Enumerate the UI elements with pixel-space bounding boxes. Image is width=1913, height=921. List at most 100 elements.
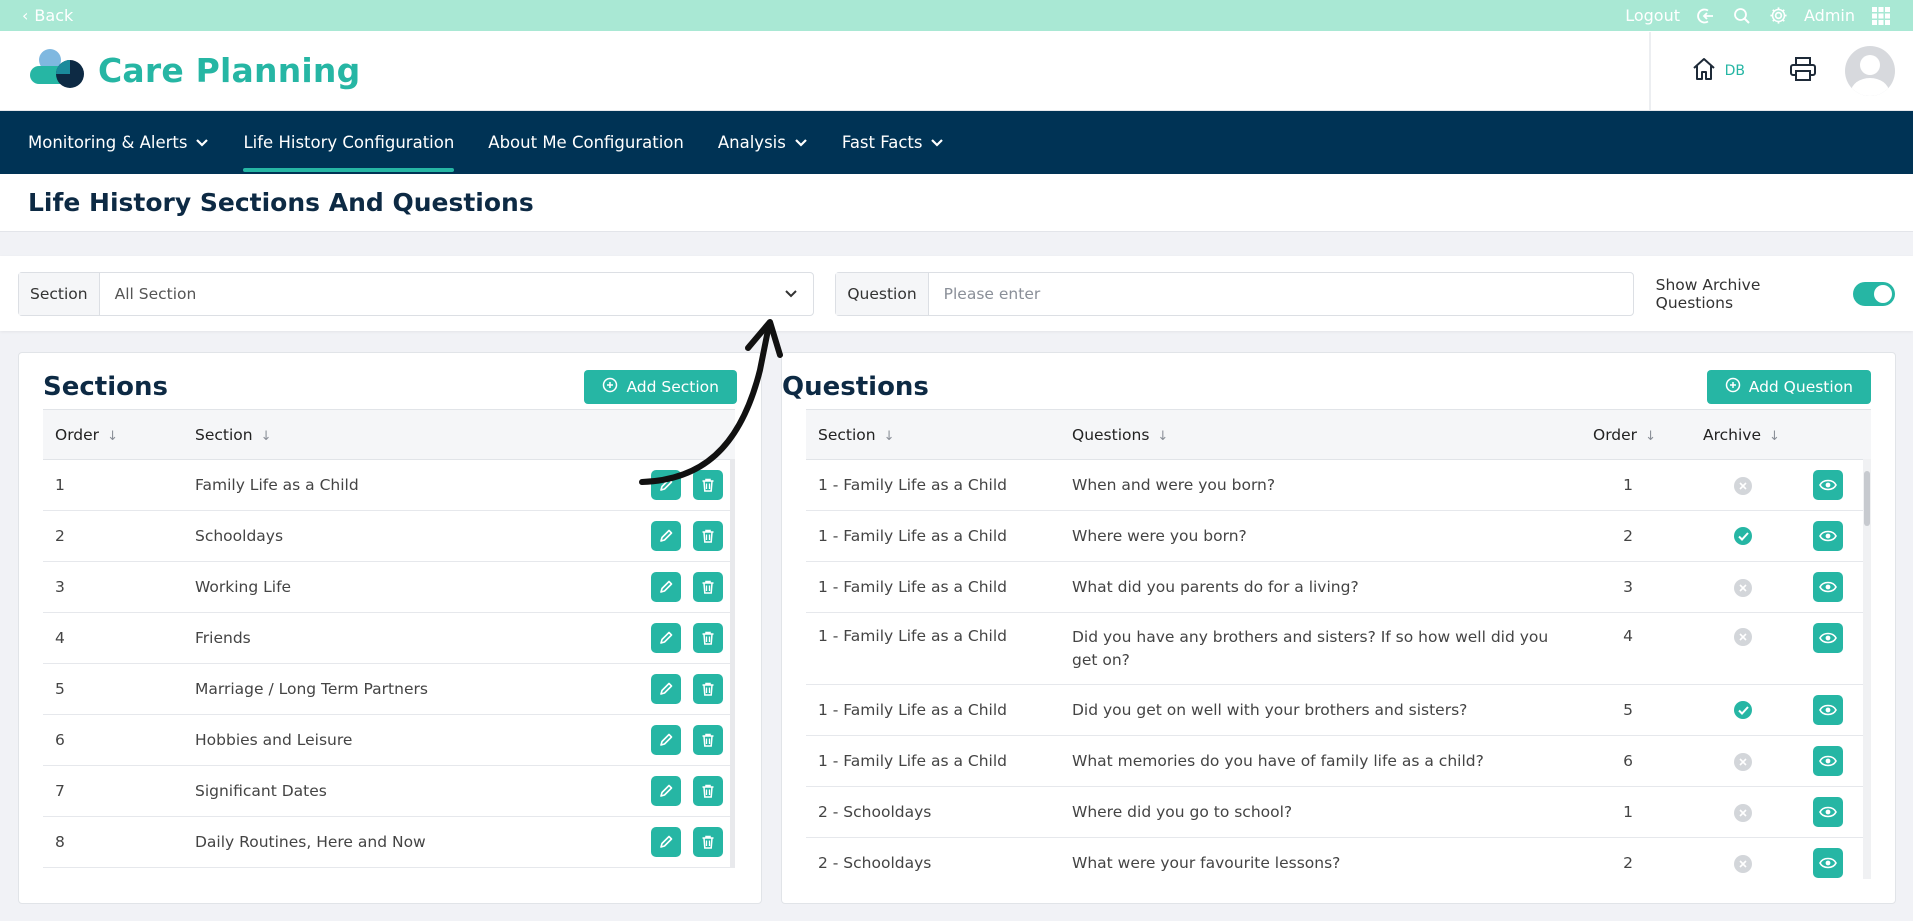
table-row[interactable]: 2 Schooldays [43,510,735,562]
x-icon [1734,854,1752,873]
pencil-icon[interactable] [651,827,681,857]
section-name-cell: Family Life as a Child [183,459,635,511]
pencil-icon[interactable] [651,623,681,653]
x-icon [1734,476,1752,495]
column-header-archive[interactable]: Archive ↓ [1691,409,1801,460]
column-header-questions[interactable]: Questions ↓ [1060,409,1581,460]
section-select[interactable]: All Section [100,273,814,315]
x-icon [1734,752,1752,771]
back-link[interactable]: ‹ Back [22,6,73,25]
header-divider [1648,31,1651,110]
admin-label[interactable]: Admin [1804,6,1855,25]
eye-icon[interactable] [1813,797,1843,827]
eye-icon[interactable] [1813,572,1843,602]
question-order-cell: 2 [1581,837,1691,879]
table-row[interactable]: 6 Hobbies and Leisure [43,714,735,766]
sections-title: Sections [43,372,168,402]
gear-icon[interactable] [1768,6,1788,26]
table-row[interactable]: 1 - Family Life as a Child What did you p… [806,561,1871,613]
trash-icon[interactable] [693,674,723,704]
page-title: Life History Sections And Questions [28,188,534,217]
trash-icon[interactable] [693,521,723,551]
column-header-section[interactable]: Section ↓ [806,409,1060,460]
nav-analysis[interactable]: Analysis [718,111,808,174]
question-order-cell: 2 [1581,510,1691,562]
section-filter[interactable]: Section All Section [18,271,815,316]
logout-icon[interactable] [1696,6,1716,26]
user-avatar[interactable] [1845,45,1895,96]
column-header-order[interactable]: Order ↓ [1581,409,1691,460]
nav-life-history-configuration[interactable]: Life History Configuration [243,111,454,174]
section-order-cell: 5 [43,663,183,715]
questions-table: Section ↓ Questions ↓ Order ↓ Archive ↓ 1 - … [806,409,1871,879]
apps-grid-icon[interactable] [1871,6,1891,26]
pencil-icon[interactable] [651,725,681,755]
archive-status-cell [1691,561,1801,613]
logout-link[interactable]: Logout [1625,6,1680,25]
home-icon[interactable] [1691,56,1717,86]
nav-fast-facts[interactable]: Fast Facts [842,111,945,174]
questions-title: Questions [782,372,929,402]
table-row[interactable]: 1 Family Life as a Child [43,459,735,511]
table-row[interactable]: 7 Significant Dates [43,765,735,817]
table-row[interactable]: 4 Friends [43,612,735,664]
table-row[interactable]: 5 Marriage / Long Term Partners [43,663,735,715]
question-order-cell: 6 [1581,735,1691,787]
x-icon [1734,803,1752,822]
table-row[interactable]: 3 Working Life [43,561,735,613]
eye-icon[interactable] [1813,623,1843,653]
table-row[interactable]: 1 - Family Life as a Child Did you have a… [806,612,1871,685]
pencil-icon[interactable] [651,572,681,602]
eye-icon[interactable] [1813,695,1843,725]
column-header-section[interactable]: Section ↓ [183,409,635,460]
question-search-input[interactable] [943,284,1618,303]
sections-scrollbar[interactable] [730,459,735,868]
eye-icon[interactable] [1813,470,1843,500]
trash-icon[interactable] [693,827,723,857]
pencil-icon[interactable] [651,470,681,500]
table-row[interactable]: 2 - Schooldays What were your favourite l… [806,837,1871,879]
trash-icon[interactable] [693,470,723,500]
nav-about-me-configuration[interactable]: About Me Configuration [488,111,684,174]
search-icon[interactable] [1732,6,1752,26]
top-utility-bar: ‹ Back Logout Admin [0,0,1913,31]
trash-icon[interactable] [693,776,723,806]
question-text-cell: Did you have any brothers and sisters? I… [1060,612,1581,685]
pencil-icon[interactable] [651,674,681,704]
sections-table: Order ↓ Section ↓ 1 Family Life as a Child 2… [43,409,735,868]
trash-icon[interactable] [693,572,723,602]
add-section-button[interactable]: Add Section [584,370,737,404]
chevron-down-icon [195,133,209,152]
column-header-order[interactable]: Order ↓ [43,409,183,460]
questions-scrollbar[interactable] [1863,459,1871,879]
eye-icon[interactable] [1813,746,1843,776]
table-row[interactable]: 1 - Family Life as a Child What memories … [806,735,1871,787]
sort-arrow-icon: ↓ [1157,428,1169,444]
question-section-cell: 1 - Family Life as a Child [806,561,1060,613]
table-row[interactable]: 8 Daily Routines, Here and Now [43,816,735,868]
show-archive-toggle-group: Show Archive Questions [1656,276,1896,312]
pencil-icon[interactable] [651,521,681,551]
show-archive-toggle[interactable] [1853,281,1896,306]
add-question-button[interactable]: Add Question [1706,370,1871,404]
table-row[interactable]: 1 - Family Life as a Child Did you get on… [806,684,1871,736]
question-filter[interactable]: Question [835,271,1634,316]
eye-icon[interactable] [1813,848,1843,878]
db-label[interactable]: DB [1725,63,1745,79]
pencil-icon[interactable] [651,776,681,806]
page-title-bar: Life History Sections And Questions [0,174,1913,232]
trash-icon[interactable] [693,623,723,653]
nav-monitoring-alerts[interactable]: Monitoring & Alerts [28,111,209,174]
table-row[interactable]: 2 - Schooldays Where did you go to school… [806,786,1871,838]
table-row[interactable]: 1 - Family Life as a Child When and were … [806,459,1871,511]
section-name-cell: Marriage / Long Term Partners [183,663,635,715]
eye-icon[interactable] [1813,521,1843,551]
section-order-cell: 6 [43,714,183,766]
printer-icon[interactable] [1789,56,1817,86]
app-title: Care Planning [98,51,361,90]
section-filter-label: Section [19,272,100,315]
section-name-cell: Hobbies and Leisure [183,714,635,766]
brand[interactable]: Care Planning [28,46,360,96]
table-row[interactable]: 1 - Family Life as a Child Where were you… [806,510,1871,562]
trash-icon[interactable] [693,725,723,755]
